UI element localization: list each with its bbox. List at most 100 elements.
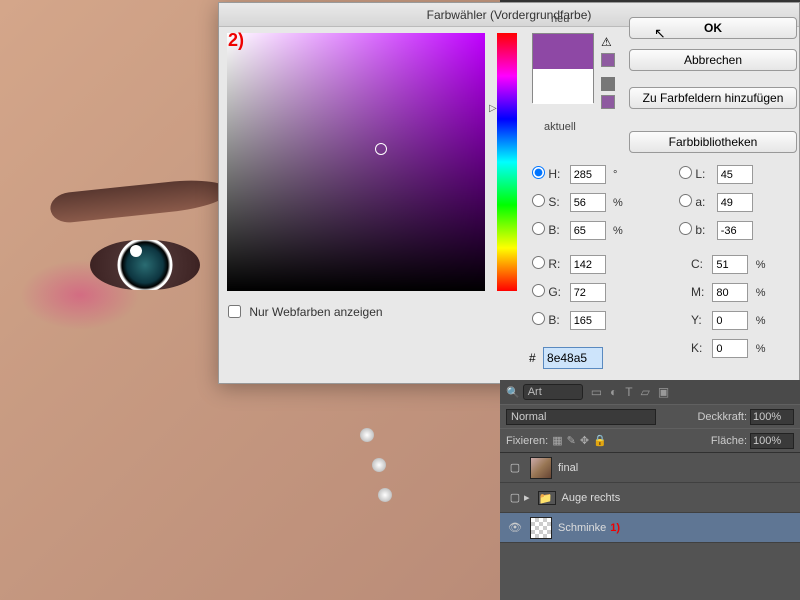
swatch-current[interactable]: [533, 69, 593, 104]
h-radio[interactable]: [532, 166, 545, 179]
a-label: a:: [695, 195, 713, 209]
web-colors-label: Nur Webfarben anzeigen: [249, 305, 382, 319]
web-colors-checkbox[interactable]: [228, 305, 241, 318]
gamut-warning-icon[interactable]: ⚠: [601, 35, 615, 49]
add-to-swatches-button[interactable]: Zu Farbfeldern hinzufügen: [629, 87, 797, 109]
hue-slider-thumb[interactable]: ▷: [489, 103, 497, 114]
lock-paint-icon[interactable]: ✎: [567, 434, 576, 447]
color-picker-dialog: Farbwähler (Vordergrundfarbe) ▷ neu aktu…: [218, 2, 800, 384]
s-label: S:: [548, 195, 566, 209]
m-row: M: %: [691, 283, 791, 302]
c-label: C:: [691, 257, 709, 271]
g-row: G:: [532, 283, 632, 302]
ok-button[interactable]: OK: [629, 17, 797, 39]
websafe-swatch[interactable]: [601, 95, 615, 109]
blab-radio[interactable]: [679, 222, 692, 235]
lock-all-icon[interactable]: 🔒: [593, 434, 607, 447]
filter-adjust-icon[interactable]: ◐: [610, 385, 617, 399]
b-rgb-radio[interactable]: [532, 312, 545, 325]
annotation-2: 2): [228, 30, 244, 51]
h-row: H: °: [532, 165, 632, 184]
blab-row: b:: [679, 221, 779, 240]
a-row: a:: [679, 193, 779, 212]
search-icon: 🔍: [506, 386, 520, 399]
hue-slider[interactable]: [497, 33, 517, 291]
r-radio[interactable]: [532, 256, 545, 269]
k-row: K: %: [691, 339, 791, 358]
filter-shape-icon[interactable]: ▱: [641, 385, 650, 399]
b-hsb-input[interactable]: [570, 221, 606, 240]
g-input[interactable]: [570, 283, 606, 302]
cancel-button[interactable]: Abbrechen: [629, 49, 797, 71]
b-hsb-row: B: %: [532, 221, 632, 240]
layer-row[interactable]: ▢ ▸ 📁 Auge rechts: [500, 483, 800, 513]
filter-pixel-icon[interactable]: ▭: [591, 385, 602, 399]
b-rgb-row: B:: [532, 311, 632, 330]
visibility-toggle[interactable]: ▢: [506, 461, 524, 474]
hex-label: #: [529, 351, 536, 365]
blab-input[interactable]: [717, 221, 753, 240]
annotation-1: 1): [610, 522, 620, 534]
layer-row[interactable]: 👁 Schminke 1): [500, 513, 800, 543]
layer-name: Schminke: [558, 522, 606, 534]
lock-transparent-icon[interactable]: ▦: [552, 434, 562, 447]
websafe-warning-icon[interactable]: [601, 77, 615, 91]
s-radio[interactable]: [532, 194, 545, 207]
y-label: Y:: [691, 313, 709, 327]
opacity-input[interactable]: 100%: [750, 409, 794, 425]
blab-label: b:: [695, 223, 713, 237]
m-input[interactable]: [712, 283, 748, 302]
a-radio[interactable]: [679, 194, 692, 207]
expand-icon[interactable]: ▸: [524, 491, 530, 504]
blend-mode-select[interactable]: Normal: [506, 409, 656, 425]
b-rgb-label: B:: [548, 313, 566, 327]
lock-position-icon[interactable]: ✥: [580, 434, 589, 447]
l-label: L:: [695, 167, 713, 181]
layer-row[interactable]: ▢ final: [500, 453, 800, 483]
r-row: R:: [532, 255, 632, 274]
saturation-value-field[interactable]: [227, 33, 485, 291]
layer-name: final: [558, 462, 578, 474]
satval-cursor[interactable]: [375, 143, 387, 155]
folder-icon: 📁: [538, 491, 556, 505]
color-libraries-button[interactable]: Farbbibliotheken: [629, 131, 797, 153]
l-input[interactable]: [717, 165, 753, 184]
filter-type-icon[interactable]: T: [625, 385, 632, 399]
a-input[interactable]: [717, 193, 753, 212]
label-aktuell: aktuell: [544, 121, 576, 133]
visibility-toggle[interactable]: 👁: [506, 521, 524, 534]
hex-input[interactable]: [543, 347, 603, 369]
r-label: R:: [548, 257, 566, 271]
k-input[interactable]: [712, 339, 748, 358]
visibility-toggle[interactable]: ▢: [506, 491, 524, 504]
b-hsb-label: B:: [548, 223, 566, 237]
swatch-new[interactable]: [533, 34, 593, 69]
b-hsb-radio[interactable]: [532, 222, 545, 235]
k-label: K:: [691, 341, 709, 355]
layer-thumb: [530, 457, 552, 479]
b-rgb-input[interactable]: [570, 311, 606, 330]
layer-kind-filter[interactable]: Art: [523, 384, 583, 400]
s-row: S: %: [532, 193, 632, 212]
lock-label: Fixieren:: [506, 435, 548, 447]
g-label: G:: [548, 285, 566, 299]
r-input[interactable]: [570, 255, 606, 274]
gamut-swatch[interactable]: [601, 53, 615, 67]
h-input[interactable]: [570, 165, 606, 184]
g-radio[interactable]: [532, 284, 545, 297]
web-colors-only[interactable]: Nur Webfarben anzeigen: [228, 305, 383, 319]
c-input[interactable]: [712, 255, 748, 274]
fill-input[interactable]: 100%: [750, 433, 794, 449]
y-input[interactable]: [712, 311, 748, 330]
layer-thumb: [530, 517, 552, 539]
fill-label: Fläche:: [711, 435, 747, 447]
hex-row: #: [529, 347, 603, 369]
layers-panel: 🔍 Art ▭ ◐ T ▱ ▣ Normal Deckkraft: 100% F…: [500, 380, 800, 600]
filter-smart-icon[interactable]: ▣: [658, 385, 669, 399]
y-row: Y: %: [691, 311, 791, 330]
m-label: M:: [691, 285, 709, 299]
l-radio[interactable]: [679, 166, 692, 179]
color-swatch-compare: [532, 33, 594, 103]
h-label: H:: [548, 167, 566, 181]
s-input[interactable]: [570, 193, 606, 212]
